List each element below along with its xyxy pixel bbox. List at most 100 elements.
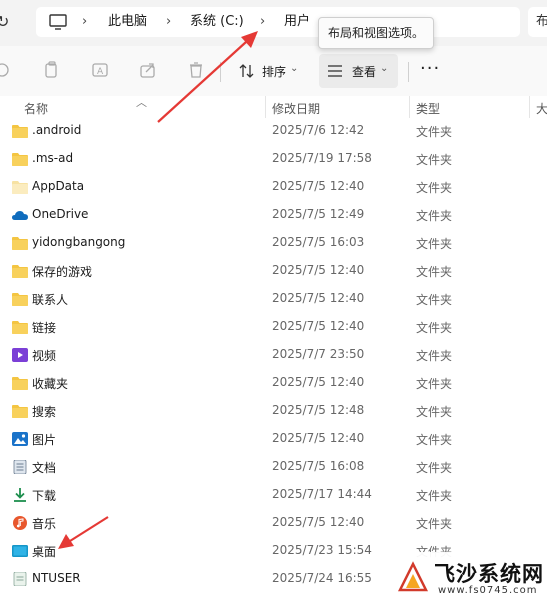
sort-label: 排序 <box>262 65 287 79</box>
file-type: 文件夹 <box>416 209 453 223</box>
file-row[interactable]: 收藏夹 2025/7/5 12:40 文件夹 <box>0 368 547 396</box>
file-name[interactable]: 视频 <box>32 347 56 364</box>
file-row[interactable]: 视频 2025/7/7 23:50 文件夹 <box>0 340 547 368</box>
file-row[interactable]: AppData 2025/7/5 12:40 文件夹 <box>0 172 547 200</box>
column-header-row: 名称 ︿ 修改日期 类型 大 <box>0 96 547 118</box>
rename-icon[interactable]: A <box>90 60 110 80</box>
file-modified-date: 2025/7/5 12:40 <box>272 375 365 389</box>
file-modified-date: 2025/7/5 12:40 <box>272 263 365 277</box>
videos-icon <box>12 347 28 362</box>
sort-button[interactable]: 排序 ⌄ <box>232 54 304 88</box>
file-row[interactable]: 下载 2025/7/17 14:44 文件夹 <box>0 480 547 508</box>
file-type: 文件夹 <box>416 405 453 419</box>
file-name[interactable]: NTUSER <box>32 571 81 585</box>
breadcrumb-users[interactable]: 用户 <box>284 7 310 37</box>
file-type: 文件夹 <box>416 461 453 475</box>
this-pc-icon[interactable] <box>48 12 68 32</box>
documents-icon <box>12 459 28 475</box>
breadcrumb-separator-icon: › <box>82 14 88 29</box>
folder-icon <box>12 319 28 334</box>
file-type: 文件夹 <box>416 125 453 139</box>
file-row[interactable]: 联系人 2025/7/5 12:40 文件夹 <box>0 284 547 312</box>
column-header-name[interactable]: 名称 <box>24 100 48 117</box>
refresh-icon[interactable]: ↻ <box>0 7 9 37</box>
file-name[interactable]: 搜索 <box>32 403 56 420</box>
file-row[interactable]: 链接 2025/7/5 12:40 文件夹 <box>0 312 547 340</box>
file-name[interactable]: yidongbangong <box>32 235 125 249</box>
breadcrumb-separator-icon: › <box>260 14 266 29</box>
file-row[interactable]: 音乐 2025/7/5 12:40 文件夹 <box>0 508 547 536</box>
file-modified-date: 2025/7/23 15:54 <box>272 543 372 557</box>
view-lines-icon <box>328 65 342 77</box>
file-name[interactable]: 桌面 <box>32 543 56 560</box>
breadcrumb-this-pc[interactable]: 此电脑 <box>108 7 147 37</box>
file-name[interactable]: 链接 <box>32 319 56 336</box>
file-row[interactable]: OneDrive 2025/7/5 12:49 文件夹 <box>0 200 547 228</box>
column-header-type[interactable]: 类型 <box>416 100 440 117</box>
file-name[interactable]: OneDrive <box>32 207 88 221</box>
more-options-icon[interactable]: ··· <box>420 58 440 79</box>
file-name[interactable]: 联系人 <box>32 291 68 308</box>
file-type: 文件夹 <box>416 377 453 391</box>
file-name[interactable]: AppData <box>32 179 84 193</box>
file-row[interactable]: yidongbangong 2025/7/5 16:03 文件夹 <box>0 228 547 256</box>
file-row[interactable]: .android 2025/7/6 12:42 文件夹 <box>0 116 547 144</box>
file-name[interactable]: 图片 <box>32 431 56 448</box>
watermark-url: www.fs0745.com <box>438 585 538 596</box>
cut-icon[interactable] <box>0 60 12 80</box>
search-box-partial-text: 布 <box>536 14 547 29</box>
file-name[interactable]: 保存的游戏 <box>32 263 92 280</box>
file-modified-date: 2025/7/24 16:55 <box>272 571 372 585</box>
file-modified-date: 2025/7/5 12:40 <box>272 431 365 445</box>
view-tooltip: 布局和视图选项。 <box>318 17 434 49</box>
view-label: 查看 <box>352 65 377 79</box>
file-modified-date: 2025/7/5 12:40 <box>272 291 365 305</box>
toolbar-divider <box>220 62 221 82</box>
file-type: 文件夹 <box>416 433 453 447</box>
column-divider[interactable] <box>409 96 410 118</box>
file-row[interactable]: 文档 2025/7/5 16:08 文件夹 <box>0 452 547 480</box>
file-row[interactable]: 搜索 2025/7/5 12:48 文件夹 <box>0 396 547 424</box>
delete-icon[interactable] <box>186 60 206 80</box>
file-modified-date: 2025/7/5 16:08 <box>272 459 365 473</box>
column-header-date[interactable]: 修改日期 <box>272 100 320 117</box>
file-row[interactable]: 保存的游戏 2025/7/5 12:40 文件夹 <box>0 256 547 284</box>
file-type: 文件夹 <box>416 181 453 195</box>
watermark-title: 飞沙系统网 <box>434 562 544 586</box>
file-icon <box>12 571 28 587</box>
file-modified-date: 2025/7/7 23:50 <box>272 347 365 361</box>
file-name[interactable]: 音乐 <box>32 515 56 532</box>
file-modified-date: 2025/7/6 12:42 <box>272 123 365 137</box>
toolbar-divider <box>408 62 409 82</box>
share-icon[interactable] <box>138 60 158 80</box>
file-type: 文件夹 <box>416 517 453 531</box>
view-button[interactable]: 查看 ⌄ <box>319 54 398 88</box>
file-modified-date: 2025/7/17 14:44 <box>272 487 372 501</box>
file-modified-date: 2025/7/5 12:49 <box>272 207 365 221</box>
file-name[interactable]: 收藏夹 <box>32 375 68 392</box>
column-header-size[interactable]: 大 <box>536 100 547 117</box>
copy-icon[interactable] <box>42 60 62 80</box>
file-name[interactable]: 文档 <box>32 459 56 476</box>
downloads-icon <box>12 487 28 502</box>
file-name[interactable]: 下载 <box>32 487 56 504</box>
file-name[interactable]: .ms-ad <box>32 151 73 165</box>
column-divider[interactable] <box>529 96 530 118</box>
breadcrumb-separator-icon: › <box>166 14 172 29</box>
file-type: 文件夹 <box>416 293 453 307</box>
file-row[interactable]: .ms-ad 2025/7/19 17:58 文件夹 <box>0 144 547 172</box>
svg-text:A: A <box>97 67 104 77</box>
file-row[interactable]: 图片 2025/7/5 12:40 文件夹 <box>0 424 547 452</box>
column-divider[interactable] <box>265 96 266 118</box>
command-bar: A 排序 ⌄ 查看 ⌄ ··· <box>0 46 547 97</box>
breadcrumb-system-c[interactable]: 系统 (C:) <box>190 7 244 37</box>
chevron-down-icon: ⌄ <box>290 63 299 74</box>
file-name[interactable]: .android <box>32 123 81 137</box>
file-modified-date: 2025/7/5 12:40 <box>272 179 365 193</box>
file-type: 文件夹 <box>416 321 453 335</box>
file-type: 文件夹 <box>416 153 453 167</box>
file-modified-date: 2025/7/19 17:58 <box>272 151 372 165</box>
folder-icon <box>12 123 28 138</box>
file-type: 文件夹 <box>416 489 453 503</box>
onedrive-cloud-icon <box>12 207 28 221</box>
